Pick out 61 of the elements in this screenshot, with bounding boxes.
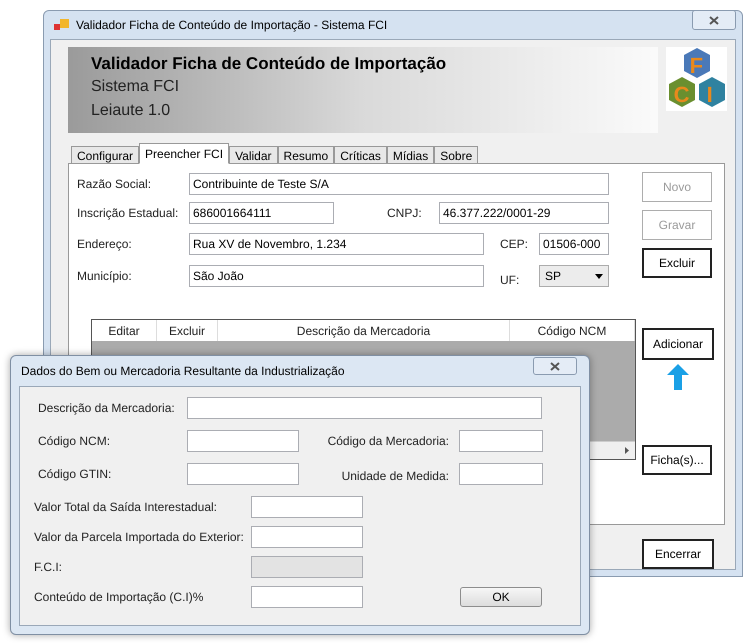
field-label: Conteúdo de Importação (C.I)% (34, 589, 204, 606)
endereco-field[interactable]: Rua XV de Novembro, 1.234 (189, 233, 484, 255)
tab[interactable]: Críticas (334, 146, 387, 164)
field-label: Município: (77, 268, 133, 285)
tab[interactable]: Validar (229, 146, 278, 164)
column-header[interactable]: Descrição da Mercadoria (218, 320, 510, 341)
cnpj-field[interactable]: 46.377.222/0001-29 (439, 202, 609, 224)
ok-button[interactable]: OK (460, 587, 542, 607)
field-label: Código GTIN: (38, 466, 112, 483)
gtin-field[interactable] (187, 463, 299, 485)
tab[interactable]: Sobre (434, 146, 478, 164)
value-field[interactable] (251, 496, 363, 518)
dropdown-caret-icon (595, 274, 603, 278)
descricao-field[interactable] (187, 397, 542, 419)
field-label: Unidade de Medida: (340, 468, 450, 485)
window-title: Validador Ficha de Conteúdo de Importação - Sistema FCI (76, 17, 388, 34)
dialog-title: Dados do Bem ou Mercadoria Resultante da Industrialização (21, 363, 345, 380)
scroll-right-icon (625, 447, 629, 454)
municipio-field[interactable]: São João (189, 265, 484, 287)
razao-social-field[interactable]: Contribuinte de Teste S/A (189, 173, 609, 195)
inscricao-field[interactable]: 686001664111 (189, 202, 334, 224)
column-header[interactable]: Excluir (157, 320, 218, 341)
column-header[interactable]: Editar (92, 320, 157, 341)
field-label: F.C.I: (34, 559, 64, 576)
unidade-field[interactable] (459, 463, 543, 485)
action-button[interactable]: Excluir (642, 248, 712, 278)
tab[interactable]: Resumo (278, 146, 334, 164)
field-label: Valor Total da Saída Interestadual: (34, 499, 218, 516)
value-field[interactable] (251, 586, 363, 608)
column-header[interactable]: Código NCM (510, 320, 635, 341)
field-label: Descrição da Mercadoria: (38, 400, 176, 417)
header-subtitle: Sistema FCI (91, 77, 180, 97)
encerrar-button[interactable]: Encerrar (642, 539, 714, 569)
fichas-button[interactable]: Ficha(s)... (642, 445, 712, 475)
cep-field[interactable]: 01506-000 (539, 233, 609, 255)
field-label: Inscrição Estadual: (77, 205, 180, 222)
header-version: Leiaute 1.0 (91, 101, 172, 121)
codigo-field[interactable] (459, 430, 543, 452)
tab[interactable]: Preencher FCI (139, 143, 230, 164)
fci-logo: F C I (666, 47, 727, 111)
tab[interactable]: Configurar (71, 146, 140, 164)
field-label: Razão Social: (77, 176, 152, 193)
dialog-close-button[interactable] (533, 357, 577, 375)
field-label: Código da Mercadoria: (326, 433, 450, 450)
field-label: CNPJ: (387, 205, 423, 222)
field-label: Código NCM: (38, 433, 112, 450)
close-icon (550, 362, 560, 370)
close-button[interactable] (692, 10, 736, 30)
header-title: Validador Ficha de Conteúdo de Importação (91, 53, 448, 75)
field-label: UF: (500, 272, 520, 289)
uf-dropdown[interactable]: SP (539, 265, 609, 287)
value-field[interactable] (251, 526, 363, 548)
tab[interactable]: Mídias (386, 146, 434, 164)
add-button[interactable]: Adicionar (642, 328, 714, 360)
field-label: Valor da Parcela Importada do Exterior: (34, 529, 245, 546)
up-arrow-icon (667, 364, 689, 390)
field-label: Endereço: (77, 236, 133, 253)
field-label: CEP: (500, 236, 530, 253)
app-icon (54, 18, 70, 32)
close-icon (709, 16, 719, 24)
ncm-field[interactable] (187, 430, 299, 452)
